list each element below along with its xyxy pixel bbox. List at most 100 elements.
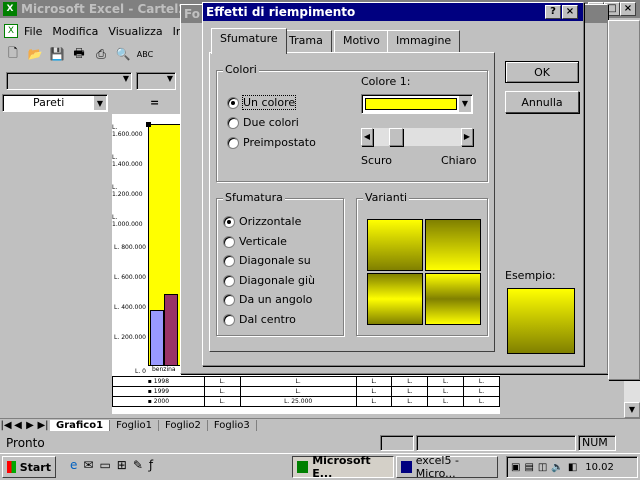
- save-icon[interactable]: 💾: [46, 44, 68, 64]
- standard-toolbar: 🗋 📂 💾 🖶 ⎙ 🔍 ABC: [2, 44, 156, 68]
- table-cell: L.: [239, 386, 357, 397]
- menu-item-file[interactable]: File: [24, 25, 42, 38]
- radio-verticale[interactable]: Verticale: [223, 235, 287, 248]
- y-tick-label: L. 1.400.000: [112, 154, 143, 168]
- dialog-close-button[interactable]: ×: [562, 5, 578, 19]
- open-icon[interactable]: 📂: [24, 44, 46, 64]
- radio-dot: [227, 136, 239, 149]
- outlook-icon[interactable]: ✉: [83, 458, 93, 472]
- taskbar-word[interactable]: excel5 - Micro...: [396, 454, 498, 480]
- menu-item-modifica[interactable]: Modifica: [52, 25, 98, 38]
- word-icon: [401, 461, 412, 473]
- radio-da-un-angolo[interactable]: Da un angolo: [223, 293, 312, 306]
- next-sheet-icon[interactable]: ▶: [24, 420, 36, 431]
- status-bar: Pronto NUM: [0, 434, 640, 452]
- radio-diagonale-su[interactable]: Diagonale su: [223, 254, 311, 267]
- internet-explorer-icon[interactable]: e: [70, 458, 77, 472]
- desktop-icon[interactable]: ▭: [99, 458, 110, 472]
- variant-swatch[interactable]: [425, 273, 481, 325]
- esempio-preview: [507, 288, 575, 354]
- table-cell: L.: [427, 396, 465, 407]
- tray-icon[interactable]: ◧: [568, 462, 577, 473]
- taskbar-word-label: excel5 - Micro...: [415, 454, 459, 480]
- esempio-label: Esempio:: [505, 269, 556, 282]
- prev-sheet-icon[interactable]: ◀: [12, 420, 24, 431]
- windows-logo-icon: [7, 461, 16, 473]
- new-icon[interactable]: 🗋: [2, 44, 24, 64]
- size-combo[interactable]: ▼: [136, 72, 176, 90]
- radio-preimpostato[interactable]: Preimpostato: [227, 136, 316, 149]
- table-cell: L.: [203, 396, 241, 407]
- excel-close-button[interactable]: ×: [620, 2, 636, 16]
- tab-foglio3[interactable]: Foglio3: [208, 420, 257, 431]
- font-combo[interactable]: ▼: [6, 72, 132, 90]
- ok-button[interactable]: OK: [505, 61, 579, 83]
- chevron-down-icon: ▼: [166, 74, 173, 83]
- annulla-button[interactable]: Annulla: [505, 91, 579, 113]
- help-button[interactable]: ?: [545, 5, 561, 19]
- radio-dot: [223, 313, 235, 326]
- row-label: ▪ 2000: [112, 396, 205, 407]
- excel-icon: [297, 461, 309, 473]
- table-cell: L.: [463, 376, 500, 387]
- table-cell: L.: [427, 376, 465, 387]
- network-icon[interactable]: ▣: [511, 462, 520, 473]
- first-sheet-icon[interactable]: |◀: [0, 420, 12, 431]
- radio-un-colore[interactable]: Un colore: [227, 95, 297, 110]
- last-sheet-icon[interactable]: ▶|: [36, 420, 50, 431]
- volume-icon[interactable]: 🔈: [551, 462, 563, 473]
- sfumatura-group-label: Sfumatura: [223, 191, 285, 204]
- formula-equals[interactable]: =: [150, 96, 159, 109]
- wall-selection-handle[interactable]: [146, 122, 151, 127]
- scuro-label: Scuro: [361, 154, 393, 167]
- radio-orizzontale[interactable]: Orizzontale: [223, 215, 301, 228]
- radio-label: Preimpostato: [243, 136, 316, 149]
- start-button[interactable]: Start: [2, 456, 56, 478]
- taskbar-excel[interactable]: Microsoft E...: [292, 454, 394, 480]
- monitor-icon[interactable]: ▤: [524, 462, 533, 473]
- slider-thumb[interactable]: [389, 128, 403, 146]
- tab-motivo[interactable]: Motivo: [334, 30, 389, 52]
- variant-swatch[interactable]: [425, 219, 481, 271]
- radio-due-colori[interactable]: Due colori: [227, 116, 299, 129]
- tab-sfumature[interactable]: Sfumature: [211, 28, 287, 54]
- tab-foglio1[interactable]: Foglio1: [110, 420, 159, 431]
- start-label: Start: [19, 460, 51, 474]
- tool-icon[interactable]: ✎: [133, 458, 143, 472]
- variant-swatch[interactable]: [367, 219, 423, 271]
- menu-item-visualizza[interactable]: Visualizza: [108, 25, 162, 38]
- status-panel: [380, 435, 414, 451]
- radio-dot: [227, 96, 239, 109]
- colori-group: Colori Un colore Due colori Preimpostato…: [216, 63, 488, 182]
- scroll-down-button[interactable]: ▼: [624, 402, 640, 418]
- slider-left-button[interactable]: ◀: [361, 128, 373, 146]
- status-panel: [416, 435, 576, 451]
- spelling-icon[interactable]: ABC: [134, 44, 156, 64]
- clock[interactable]: 10.02: [585, 462, 614, 473]
- tab-grafico1[interactable]: Grafico1: [50, 420, 111, 431]
- variant-swatch[interactable]: [367, 273, 423, 325]
- print-preview-icon[interactable]: 🖶: [68, 44, 90, 64]
- tab-foglio2[interactable]: Foglio2: [159, 420, 208, 431]
- y-tick-label: L. 400.000: [114, 304, 146, 311]
- colore1-picker[interactable]: ▼: [361, 94, 473, 114]
- shade-slider[interactable]: ◀ ▶: [361, 128, 473, 146]
- bar-1999[interactable]: [164, 294, 178, 366]
- chevron-down-icon: ▼: [94, 96, 106, 110]
- slider-right-button[interactable]: ▶: [461, 128, 473, 146]
- dialog-title-bar: Effetti di riempimento: [203, 3, 583, 21]
- tab-trama[interactable]: Trama: [280, 30, 332, 52]
- format-window-title-text: Fo: [184, 7, 200, 21]
- print-icon[interactable]: ⎙: [90, 44, 112, 64]
- tab-immagine[interactable]: Immagine: [387, 30, 461, 52]
- script-icon[interactable]: ƒ: [149, 458, 153, 472]
- channels-icon[interactable]: ⊞: [117, 458, 127, 472]
- radio-dal-centro[interactable]: Dal centro: [223, 313, 296, 326]
- bar-1998[interactable]: [150, 310, 164, 366]
- preview-icon[interactable]: 🔍: [112, 44, 134, 64]
- scheduler-icon[interactable]: ◫: [538, 462, 547, 473]
- name-box[interactable]: Pareti ▼: [2, 94, 108, 112]
- table-row: ▪ 1998 L. L. L. L. L. L.: [112, 376, 500, 387]
- y-tick-label: L. 200.000: [114, 334, 146, 341]
- radio-diagonale-giu[interactable]: Diagonale giù: [223, 274, 315, 287]
